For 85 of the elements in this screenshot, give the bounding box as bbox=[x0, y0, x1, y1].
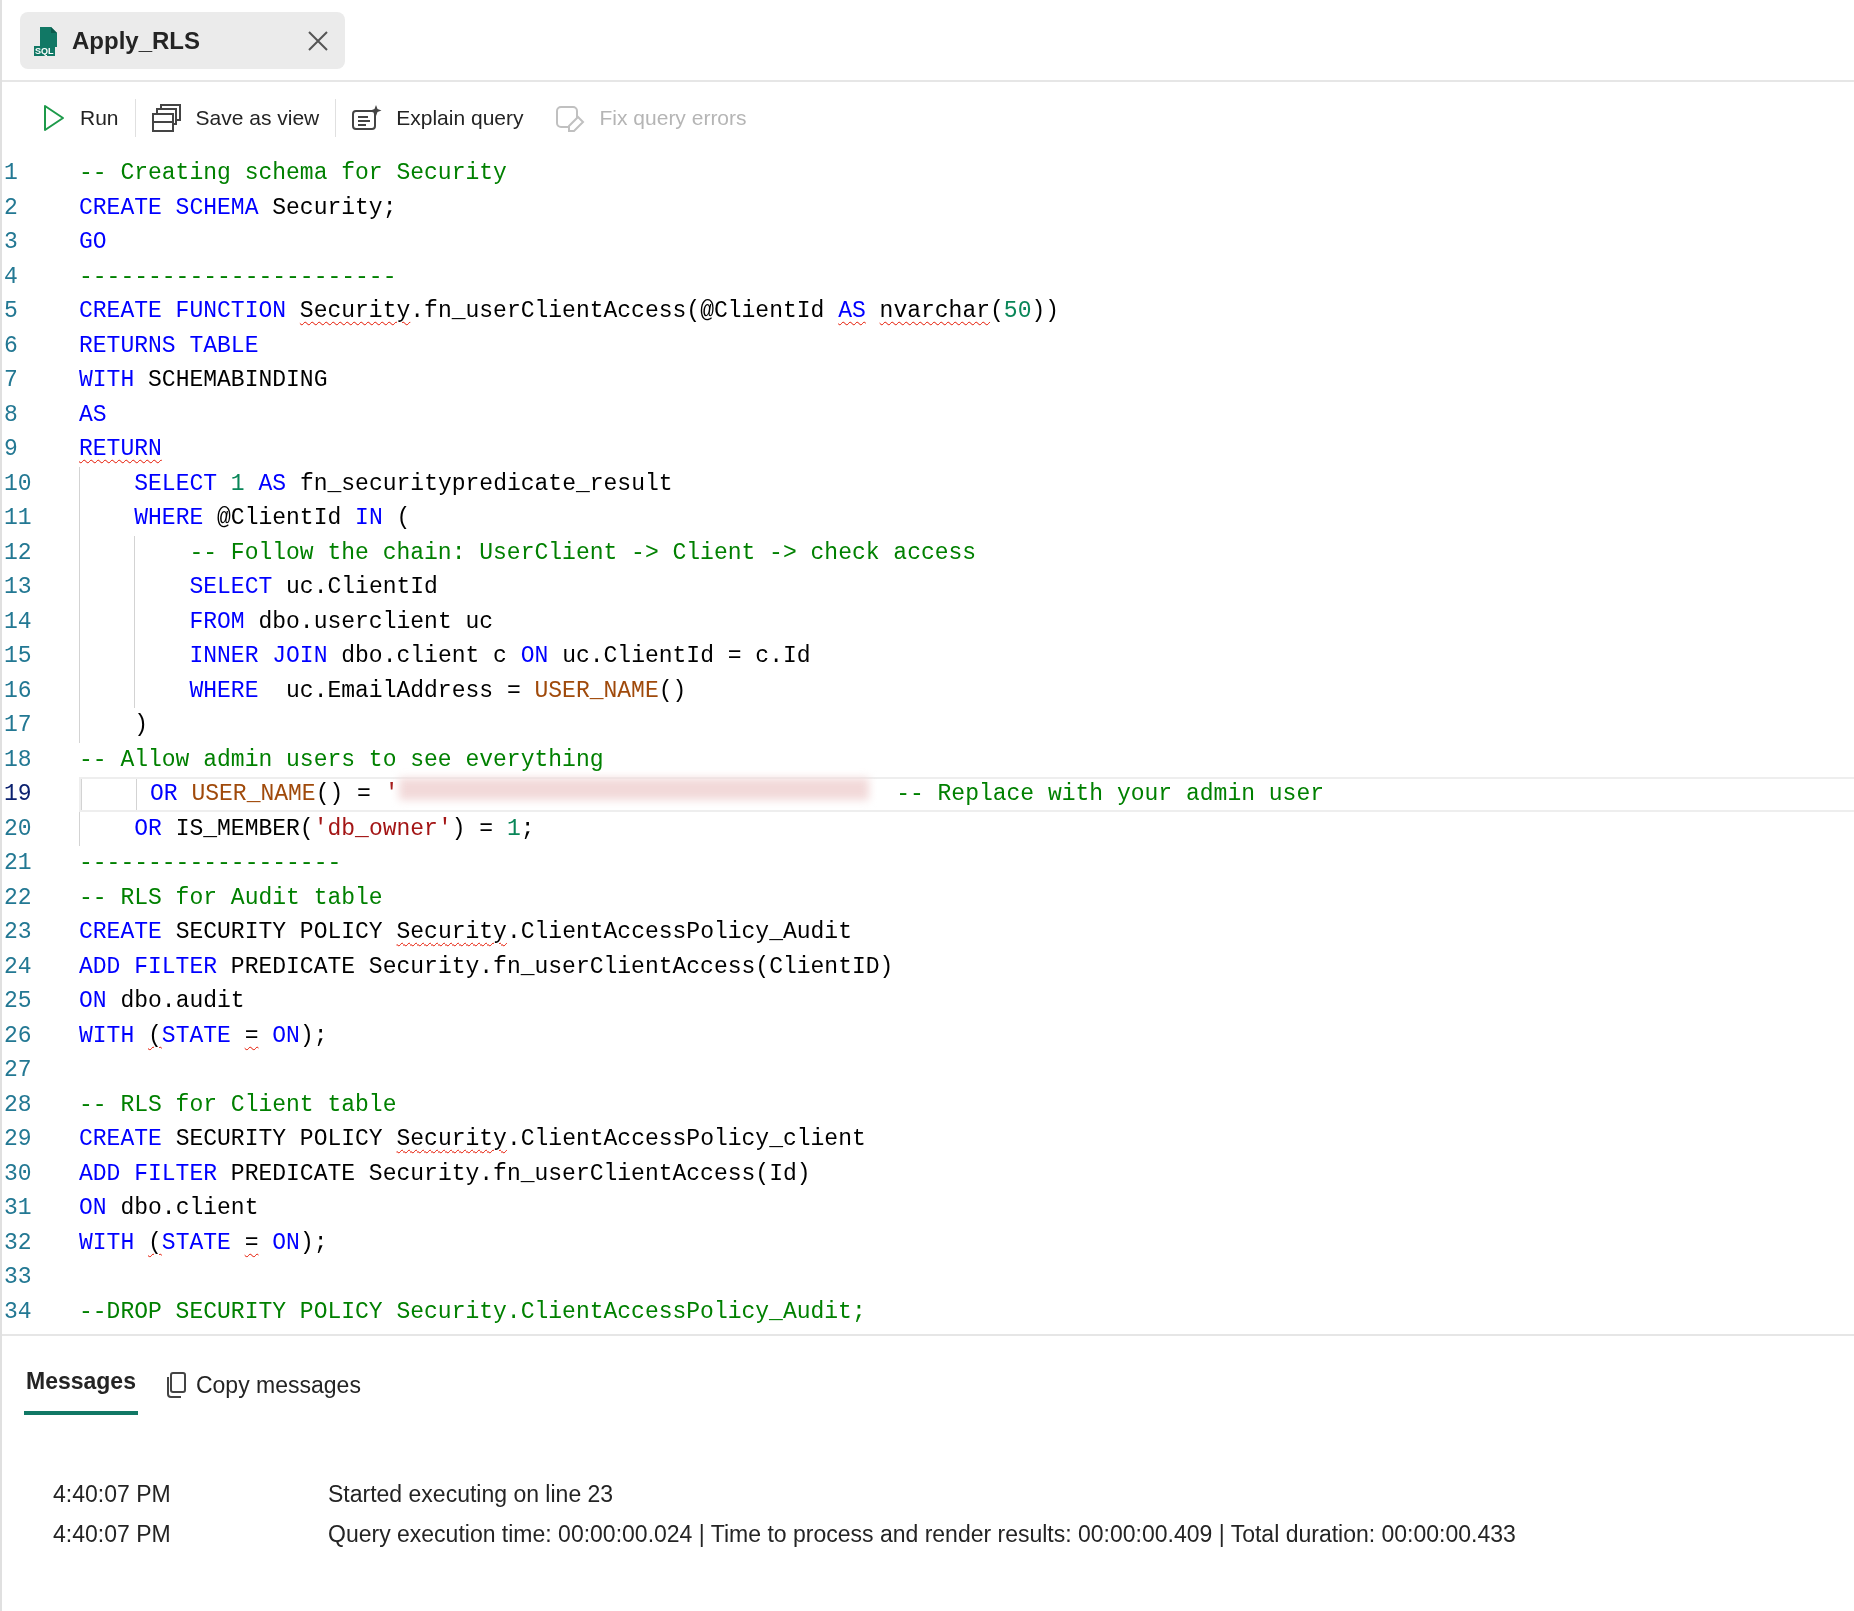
line-number: 8 bbox=[3, 400, 19, 430]
close-button[interactable] bbox=[307, 29, 329, 52]
line-number: 4 bbox=[3, 262, 19, 292]
line-number: 6 bbox=[3, 331, 19, 361]
line-number: 27 bbox=[3, 1056, 33, 1085]
code-line: ) bbox=[133, 711, 149, 740]
line-number: 25 bbox=[3, 987, 33, 1016]
file-type-label: SQL bbox=[34, 45, 55, 56]
line-number: 28 bbox=[3, 1090, 33, 1120]
line-number: 34 bbox=[3, 1297, 33, 1327]
code-line: -- RLS for Client table bbox=[79, 1090, 397, 1120]
code-line: --DROP SECURITY POLICY Security.ClientAccessPolicy_Audit; bbox=[79, 1297, 866, 1327]
code-line: -- Allow admin users to see everything bbox=[79, 745, 604, 775]
code-line: WITH SCHEMABINDING bbox=[79, 366, 328, 395]
line-number: 13 bbox=[3, 573, 33, 602]
line-number: 15 bbox=[3, 642, 33, 671]
line-number: 26 bbox=[3, 1021, 33, 1051]
code-line: -- Creating schema for Security bbox=[79, 159, 507, 188]
code-line: SELECT 1 AS fn_securitypredicate_result bbox=[133, 469, 673, 499]
line-number: 7 bbox=[3, 366, 19, 395]
line-number: 22 bbox=[3, 883, 33, 913]
code-line: ON dbo.audit bbox=[79, 987, 245, 1016]
code-line: CREATE SECURITY POLICY Security.ClientAccessPolicy_Audit bbox=[79, 918, 852, 947]
code-line: OR USER_NAME() = ' -- Replace with your admin user bbox=[81, 777, 1324, 812]
code-line: ------------------- bbox=[79, 849, 342, 878]
line-number: 31 bbox=[3, 1194, 33, 1223]
code-line: SELECT uc.ClientId bbox=[188, 573, 438, 602]
line-number: 5 bbox=[3, 297, 19, 326]
line-number: 29 bbox=[3, 1125, 33, 1154]
line-number: 12 bbox=[3, 538, 33, 568]
toolbar-button[interactable]: Run bbox=[26, 96, 135, 140]
line-number: 9 bbox=[3, 435, 19, 464]
code-line: RETURNS TABLE bbox=[79, 331, 259, 361]
line-number: 23 bbox=[3, 918, 33, 947]
code-line: -- RLS for Audit table bbox=[79, 883, 383, 913]
line-number: 17 bbox=[3, 711, 33, 740]
code-line: ADD FILTER PREDICATE Security.fn_userClientAccess(ClientID) bbox=[79, 952, 894, 982]
close-icon bbox=[307, 29, 329, 52]
file-icon bbox=[37, 25, 59, 48]
message-time: 4:40:07 PM bbox=[53, 1520, 172, 1550]
code-line: ON dbo.client bbox=[79, 1194, 259, 1223]
copy-icon bbox=[165, 1372, 186, 1399]
document-tab[interactable]: SQL Apply_RLS bbox=[20, 12, 345, 69]
line-number: 32 bbox=[3, 1228, 33, 1258]
code-line: WHERE @ClientId IN ( bbox=[133, 504, 411, 533]
toolbar-button[interactable]: Save as view bbox=[135, 96, 336, 140]
message-text: Started executing on line 23 bbox=[328, 1480, 614, 1510]
code-line: AS bbox=[79, 400, 107, 430]
code-line: RETURN bbox=[79, 435, 162, 464]
code-line: INNER JOIN dbo.client c ON uc.ClientId = c.Id bbox=[188, 642, 811, 671]
line-number: 14 bbox=[3, 607, 33, 637]
eraser-icon bbox=[555, 104, 586, 132]
code-line: CREATE SCHEMA Security; bbox=[79, 193, 397, 223]
sparkle-text-icon bbox=[352, 104, 383, 132]
line-number: 33 bbox=[3, 1263, 33, 1292]
line-number: 11 bbox=[3, 504, 33, 533]
line-number: 20 bbox=[3, 814, 33, 844]
code-line: ADD FILTER PREDICATE Security.fn_userClientAccess(Id) bbox=[79, 1159, 811, 1189]
line-number: 24 bbox=[3, 952, 33, 982]
toolbar-button[interactable]: Explain query bbox=[336, 96, 540, 140]
code-line: WHERE uc.EmailAddress = USER_NAME() bbox=[188, 676, 687, 706]
code-line: ----------------------- bbox=[79, 262, 397, 292]
line-number: 1 bbox=[3, 159, 19, 188]
code-line: -- Follow the chain: UserClient -> Client -> check access bbox=[188, 538, 977, 568]
line-number: 30 bbox=[3, 1159, 33, 1189]
code-line: CREATE SECURITY POLICY Security.ClientAccessPolicy_client bbox=[79, 1125, 866, 1154]
code-line: WITH (STATE = ON); bbox=[79, 1021, 328, 1051]
line-number: 19 bbox=[3, 780, 33, 809]
line-number: 16 bbox=[3, 676, 33, 706]
stacked-windows-icon bbox=[151, 103, 182, 133]
line-number: 10 bbox=[3, 469, 33, 499]
message-text: Query execution time: 00:00:00.024 | Time to process and render results: 00:00:00.409 | Total duration: 00:00:00.433 bbox=[328, 1520, 1516, 1550]
code-line: OR IS_MEMBER('db_owner') = 1; bbox=[133, 814, 535, 844]
copy-messages-button[interactable]: Copy messages bbox=[153, 1360, 373, 1411]
line-number: 2 bbox=[3, 193, 19, 223]
message-time: 4:40:07 PM bbox=[53, 1480, 172, 1510]
messages-tab[interactable]: Messages bbox=[24, 1356, 138, 1415]
line-number: 3 bbox=[3, 228, 19, 257]
line-number: 18 bbox=[3, 745, 33, 775]
code-line: FROM dbo.userclient uc bbox=[188, 607, 494, 637]
play-icon bbox=[42, 104, 66, 132]
code-line: GO bbox=[79, 228, 107, 257]
line-number: 21 bbox=[3, 849, 33, 878]
code-line: CREATE FUNCTION Security.fn_userClientAccess(@ClientId AS nvarchar(50)) bbox=[79, 297, 1060, 326]
code-line: WITH (STATE = ON); bbox=[79, 1228, 328, 1258]
